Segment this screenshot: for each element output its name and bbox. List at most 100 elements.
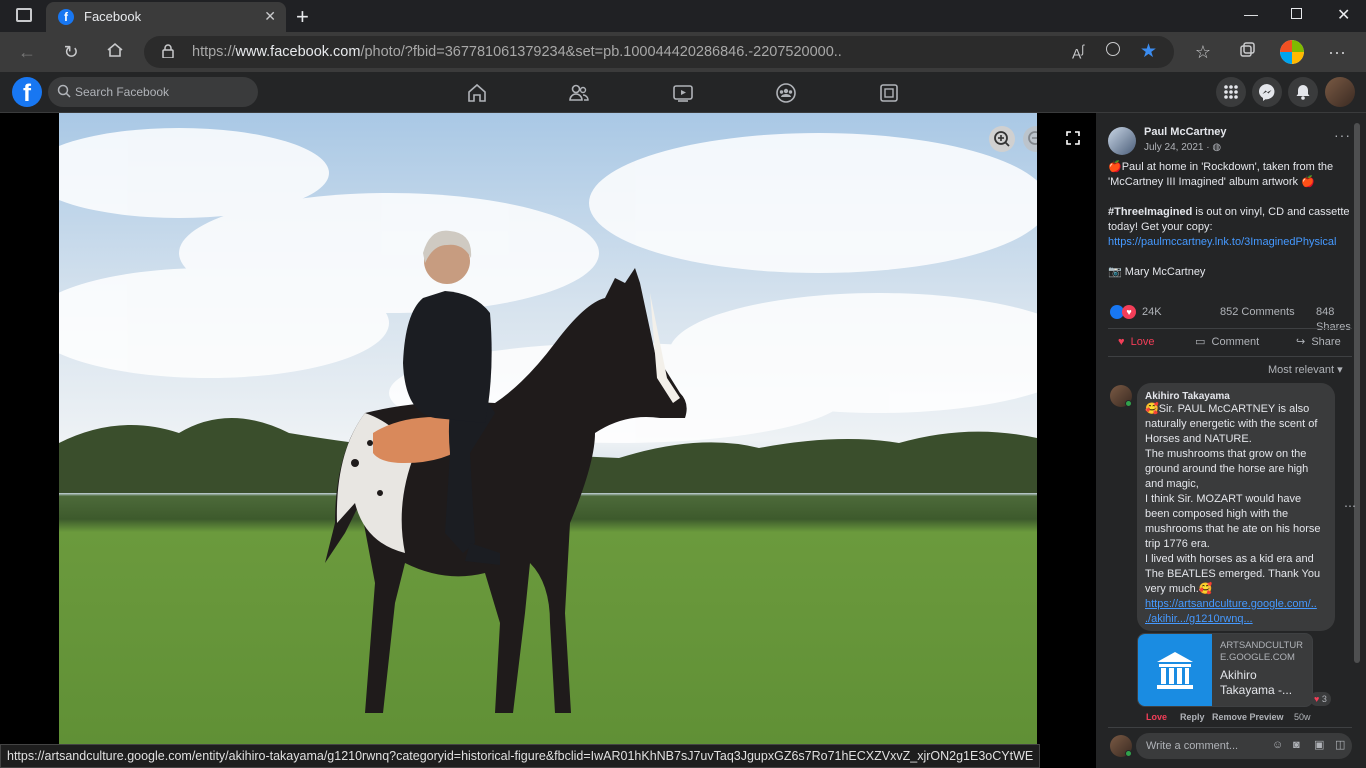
zoom-out-icon	[1028, 131, 1037, 145]
globe-icon: ◍	[1212, 142, 1222, 153]
tab-actions-icon[interactable]	[16, 8, 32, 22]
account-avatar[interactable]	[1325, 77, 1355, 107]
love-reaction-icon: ♥	[1122, 305, 1136, 319]
hashtag-link[interactable]: #ThreeImagined	[1108, 206, 1192, 218]
online-status-badge	[1125, 750, 1132, 757]
watch-nav-icon[interactable]	[672, 82, 694, 104]
comment-line: trip 1776 era.	[1145, 538, 1210, 550]
comment-line: very much.🥰	[1145, 583, 1213, 595]
facebook-logo-icon[interactable]: f	[12, 77, 42, 107]
url-text[interactable]: https://www.facebook.com/photo/?fbid=367…	[192, 44, 842, 60]
comment-reaction-badge[interactable]: ♥ 3	[1310, 692, 1331, 706]
search-input[interactable]: Search Facebook	[48, 77, 258, 107]
comment-input[interactable]: Write a comment... ☺ ◙ ▣ ◫	[1136, 733, 1352, 759]
remove-preview-button[interactable]: Remove Preview	[1212, 710, 1284, 725]
zoom-out-button[interactable]	[1023, 126, 1037, 152]
notifications-button[interactable]	[1288, 77, 1318, 107]
comment-sort-dropdown[interactable]: Most relevant ▾	[1268, 363, 1343, 378]
emoji-icon[interactable]: ☺	[1272, 738, 1283, 753]
comment-line: 🥰Sir. PAUL McCARTNEY is also	[1145, 403, 1310, 415]
browser-tab-bar: f Facebook ✕ + — ✕	[0, 0, 1366, 32]
love-button[interactable]: ♥ Love	[1118, 335, 1155, 350]
camera-icon[interactable]: ◙	[1293, 738, 1300, 753]
comment-line: ground around the horse are high	[1145, 463, 1309, 475]
read-aloud-icon[interactable]: Aʃ	[1072, 43, 1084, 62]
divider	[1108, 356, 1352, 357]
refresh-icon[interactable]: ↻	[60, 41, 82, 63]
profile-icon[interactable]	[1280, 40, 1304, 64]
author-avatar[interactable]	[1108, 127, 1136, 155]
zoom-in-icon	[994, 131, 1010, 147]
post-photo[interactable]	[59, 113, 1037, 768]
comment-options-icon[interactable]: ⋯	[1344, 499, 1356, 514]
comment-reply-button[interactable]: Reply	[1180, 710, 1205, 725]
menu-grid-button[interactable]	[1216, 77, 1246, 107]
collections-icon[interactable]	[1236, 41, 1258, 63]
post-date[interactable]: July 24, 2021 · ◍	[1144, 140, 1221, 155]
home-icon[interactable]	[104, 41, 126, 63]
museum-icon	[1157, 652, 1193, 689]
minimize-icon[interactable]: —	[1244, 6, 1258, 22]
browser-tab[interactable]: f Facebook ✕	[46, 2, 286, 32]
shares-count[interactable]: 848 Shares	[1316, 305, 1366, 335]
post-link[interactable]: https://paulmccartney.lnk.to/3ImaginedPh…	[1108, 235, 1336, 250]
favorite-star-icon[interactable]: ★	[1140, 40, 1157, 63]
friends-nav-icon[interactable]	[568, 82, 590, 104]
groups-nav-icon[interactable]	[775, 82, 797, 104]
tab-close-icon[interactable]: ✕	[264, 8, 276, 25]
post-text-line2: 'McCartney III Imagined' album artwork 🍎	[1108, 176, 1315, 188]
chevron-down-icon: ▾	[1337, 364, 1343, 376]
tab-title: Facebook	[84, 9, 142, 24]
fullscreen-icon[interactable]	[1066, 131, 1080, 145]
post-text-line1: 🍎Paul at home in 'Rockdown', taken from …	[1108, 161, 1334, 173]
new-tab-button[interactable]: +	[296, 4, 309, 30]
grid-icon	[1224, 85, 1238, 99]
close-window-icon[interactable]: ✕	[1337, 5, 1350, 25]
zoom-out-icon[interactable]	[1106, 42, 1120, 56]
comment-age[interactable]: 50w	[1294, 710, 1311, 725]
share-button[interactable]: ↪ Share	[1296, 335, 1341, 350]
comment-love-button[interactable]: Love	[1146, 710, 1167, 725]
browser-toolbar: ← ↻ https://www.facebook.com/photo/?fbid…	[0, 32, 1366, 72]
divider	[1108, 328, 1352, 329]
status-url-tooltip: https://artsandculture.google.com/entity…	[0, 744, 1041, 768]
comment-line: The mushrooms that grow on the	[1145, 448, 1307, 460]
comment-link[interactable]: https://artsandculture.google.com/..	[1145, 597, 1331, 612]
comment-icon: ▭	[1195, 336, 1206, 348]
online-status-badge	[1125, 400, 1132, 407]
messenger-button[interactable]	[1252, 77, 1282, 107]
post-options-icon[interactable]: ···	[1334, 128, 1351, 143]
home-nav-icon[interactable]	[466, 82, 488, 104]
comment-input-placeholder: Write a comment...	[1146, 740, 1239, 752]
zoom-in-button[interactable]	[989, 126, 1015, 152]
search-placeholder: Search Facebook	[75, 85, 170, 99]
post-text-line3: #ThreeImagined is out on vinyl, CD and c…	[1108, 206, 1350, 218]
post-author[interactable]: Paul McCartney	[1144, 125, 1227, 140]
panel-scrollbar[interactable]	[1354, 123, 1360, 663]
photo-credit: 📷 Mary McCartney	[1108, 266, 1206, 278]
photo-viewer	[0, 113, 1096, 768]
arts-culture-thumbnail	[1138, 634, 1212, 706]
comment-line: been composed high with the	[1145, 508, 1289, 520]
preview-domain-line2: E.GOOGLE.COM	[1220, 652, 1295, 663]
back-icon[interactable]: ←	[16, 41, 38, 63]
address-bar[interactable]: https://www.facebook.com/photo/?fbid=367…	[144, 36, 1174, 68]
comment-line: I think Sir. MOZART would have	[1145, 493, 1302, 505]
post-details-panel: Paul McCartney July 24, 2021 · ◍ ··· 🍎Pa…	[1096, 113, 1366, 768]
favorites-icon[interactable]: ☆	[1192, 41, 1214, 63]
preview-domain-line1: ARTSANDCULTUR	[1220, 640, 1304, 651]
reactions-count[interactable]: 24K	[1142, 305, 1162, 320]
comment-button[interactable]: ▭ Comment	[1195, 335, 1259, 350]
gif-icon[interactable]: ▣	[1314, 738, 1324, 753]
search-icon	[57, 84, 71, 98]
comment-link[interactable]: ./akihir.../g1210rwnq...	[1145, 612, 1331, 627]
sticker-icon[interactable]: ◫	[1335, 738, 1345, 753]
lock-icon[interactable]	[162, 44, 174, 58]
comments-count[interactable]: 852 Comments	[1220, 305, 1295, 320]
messenger-icon	[1258, 83, 1275, 101]
restore-icon[interactable]	[1291, 8, 1302, 19]
more-menu-icon[interactable]: ···	[1326, 41, 1348, 63]
gaming-nav-icon[interactable]	[878, 82, 900, 104]
link-preview-card[interactable]: ARTSANDCULTUR E.GOOGLE.COM Akihiro Takay…	[1137, 633, 1313, 707]
facebook-icon: f	[58, 9, 74, 25]
